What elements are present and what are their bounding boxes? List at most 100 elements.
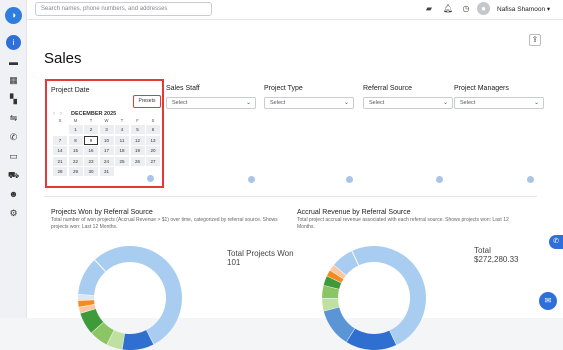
chevron-down-icon: ⌄	[344, 98, 349, 108]
calendar-day[interactable]: 27	[146, 157, 160, 166]
donut-slice[interactable]	[331, 279, 334, 287]
donut-slice[interactable]	[340, 258, 355, 270]
accrual-revenue-donut-chart	[322, 246, 426, 350]
map-icon[interactable]: ▚	[6, 93, 21, 105]
referral-source-slider-handle[interactable]	[436, 176, 443, 183]
donut-slice[interactable]	[86, 266, 100, 295]
phone-icon[interactable]: ✆	[549, 235, 563, 249]
search-input[interactable]: Search names, phone numbers, and address…	[35, 2, 212, 16]
calendar-day[interactable]: 5	[131, 125, 145, 134]
donut-slice[interactable]	[330, 287, 331, 298]
calendar-day[interactable]: 11	[115, 136, 129, 145]
app-logo[interactable]: ◑	[5, 7, 22, 24]
calendar-day[interactable]: 3	[100, 125, 114, 134]
info-icon[interactable]: i	[6, 35, 21, 50]
calendar-day[interactable]: 21	[53, 157, 67, 166]
donut-slice[interactable]	[334, 274, 337, 279]
referral-source-select[interactable]: Select⌄	[363, 97, 453, 109]
calendar-day[interactable]: 25	[115, 157, 129, 166]
donut-slice[interactable]	[330, 298, 331, 309]
calendar-day[interactable]: 18	[115, 146, 129, 155]
presets-button[interactable]: Presets	[133, 95, 161, 108]
avatar[interactable]: ●	[477, 2, 490, 15]
user-name[interactable]: Nafisa Shamoon ▾	[497, 5, 550, 13]
phone-icon[interactable]: ✆	[6, 131, 21, 143]
donut-slice[interactable]	[86, 300, 87, 305]
weekday-label: W	[100, 118, 114, 123]
calendar-day[interactable]: 7	[53, 136, 67, 145]
calendar-icon[interactable]: ▦	[6, 74, 21, 86]
project-managers-label: Project Managers	[454, 85, 509, 92]
team-icon[interactable]: ☻	[6, 188, 21, 200]
handshake-icon[interactable]: ⇋	[6, 112, 21, 124]
donut-slice[interactable]	[350, 335, 392, 342]
sales-staff-slider-handle[interactable]	[248, 176, 255, 183]
calendar-day[interactable]: 15	[69, 146, 83, 155]
calendar-day[interactable]: 16	[84, 146, 98, 155]
donut-slice[interactable]	[87, 305, 88, 310]
chat-icon[interactable]: ✉	[539, 292, 557, 310]
calendar-day[interactable]: 14	[53, 146, 67, 155]
export-icon[interactable]: ⇪	[529, 34, 541, 46]
main-content: Sales ⇪ Project Date Presets ‹ › DECEMBE…	[27, 20, 563, 318]
sales-staff-value: Select	[172, 100, 187, 106]
calendar-day[interactable]: 22	[69, 157, 83, 166]
project-type-slider-handle[interactable]	[346, 176, 353, 183]
calendar-day[interactable]: 30	[84, 167, 98, 176]
project-managers-value: Select	[460, 100, 475, 106]
sales-staff-select[interactable]: Select⌄	[166, 97, 256, 109]
calendar-day[interactable]: 23	[84, 157, 98, 166]
prev-month-icon[interactable]: ‹	[53, 111, 55, 117]
calendar-empty-cell	[115, 167, 129, 176]
clock-icon[interactable]: ◷	[461, 4, 471, 14]
folder-icon[interactable]: ▭	[6, 150, 21, 162]
donut-slice[interactable]	[123, 337, 150, 342]
briefcase-icon[interactable]: ▬	[6, 56, 21, 68]
calendar-day[interactable]: 8	[69, 136, 83, 145]
calendar-month-title: DECEMBER 2025	[71, 111, 116, 117]
calendar-day[interactable]: 4	[115, 125, 129, 134]
calendar-empty-cell	[131, 167, 145, 176]
sidebar: ◑ i ▬ ▦ ▚ ⇋ ✆ ▭ ⛟ ☻ ⚙	[0, 0, 27, 318]
total-projects-won-label: Total Projects Won	[227, 249, 294, 258]
weekday-label: F	[131, 118, 145, 123]
calendar-day[interactable]: 13	[146, 136, 160, 145]
donut-slice[interactable]	[337, 270, 340, 274]
page-title: Sales	[44, 50, 82, 67]
calendar-day[interactable]: 10	[100, 136, 114, 145]
projects-won-donut-chart	[78, 246, 182, 350]
project-type-select[interactable]: Select⌄	[264, 97, 354, 109]
calendar-day[interactable]: 1	[69, 125, 83, 134]
calendar-day[interactable]: 20	[146, 146, 160, 155]
calendar-empty-cell	[53, 125, 67, 134]
calendar-day[interactable]: 19	[131, 146, 145, 155]
calendar-day[interactable]: 28	[53, 167, 67, 176]
donut-slice[interactable]	[355, 254, 418, 338]
total-revenue-label: Total	[474, 246, 491, 255]
calendar-day[interactable]: 31	[100, 167, 114, 176]
calendar-day[interactable]: 12	[131, 136, 145, 145]
donut-slice[interactable]	[88, 311, 97, 328]
project-date-label: Project Date	[51, 87, 90, 94]
project-managers-slider-handle[interactable]	[527, 176, 534, 183]
bell-icon[interactable]: 🔔︎	[443, 4, 453, 14]
gear-icon[interactable]: ⚙	[6, 207, 21, 219]
calendar-day[interactable]: 29	[69, 167, 83, 176]
calendar-day[interactable]: 9	[84, 136, 98, 145]
calendar-day[interactable]: 6	[146, 125, 160, 134]
donut-slice[interactable]	[331, 309, 350, 335]
sales-staff-label: Sales Staff	[166, 85, 200, 92]
donut-slice[interactable]	[110, 337, 123, 341]
calendar-day[interactable]: 17	[100, 146, 114, 155]
calendar-day[interactable]: 24	[100, 157, 114, 166]
truck-icon[interactable]: ⛟	[6, 169, 21, 181]
project-type-label: Project Type	[264, 85, 303, 92]
next-month-icon[interactable]: ›	[60, 111, 62, 117]
donut-slice[interactable]	[97, 327, 110, 337]
chat-bubble-icon[interactable]: ▰	[424, 4, 434, 14]
project-managers-select[interactable]: Select⌄	[454, 97, 544, 109]
calendar-day[interactable]: 26	[131, 157, 145, 166]
donut-slice[interactable]	[100, 254, 174, 337]
date-slider-handle[interactable]	[147, 175, 154, 182]
calendar-day[interactable]: 2	[84, 125, 98, 134]
